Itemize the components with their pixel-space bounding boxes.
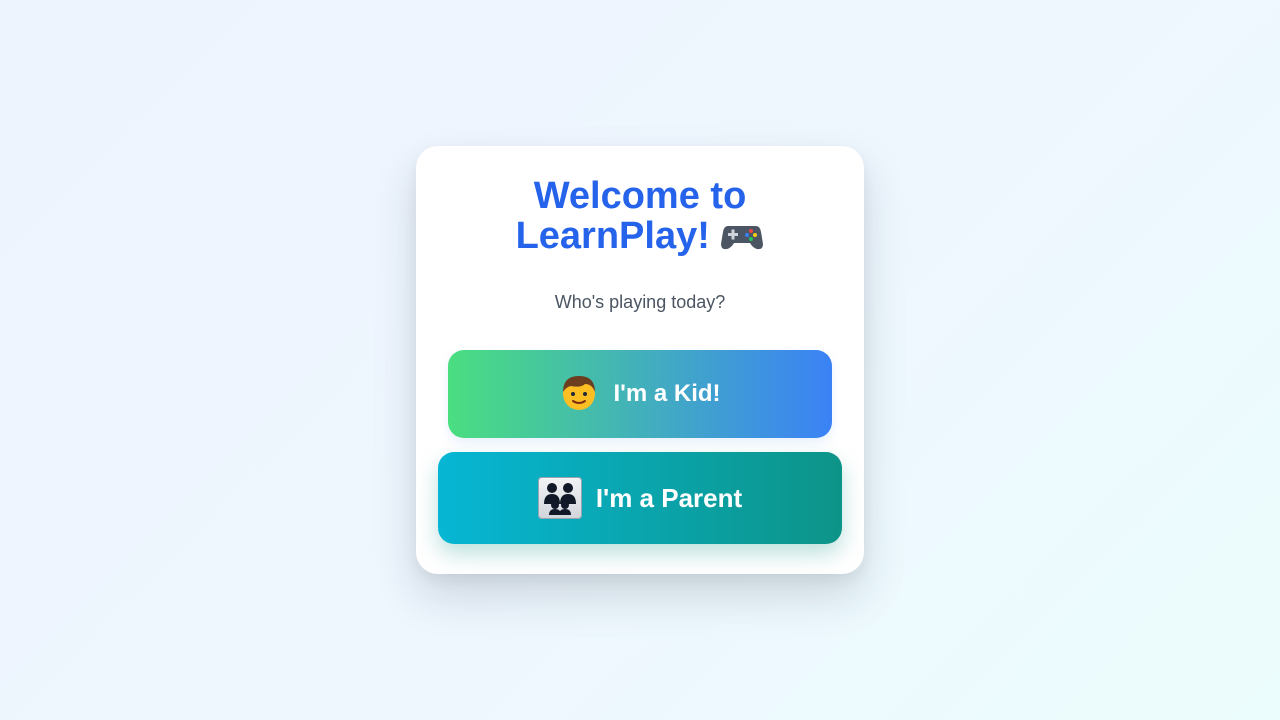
parent-role-label: I'm a Parent (595, 482, 743, 513)
page-title: Welcome to LearnPlay! (416, 176, 864, 256)
kid-role-button[interactable]: I'm a Kid! (448, 350, 832, 438)
kid-role-label: I'm a Kid! (613, 380, 721, 407)
title-line-2: LearnPlay! (515, 215, 710, 257)
boy-icon (559, 372, 599, 412)
family-icon (537, 477, 582, 519)
title-line-1: Welcome to (533, 175, 747, 217)
parent-role-button[interactable]: I'm a Parent (438, 452, 842, 544)
subtitle: Who's playing today? (554, 292, 726, 312)
video-game-controller-icon (720, 215, 764, 257)
welcome-card: Welcome to LearnPlay! Who's playing toda… (416, 146, 864, 574)
